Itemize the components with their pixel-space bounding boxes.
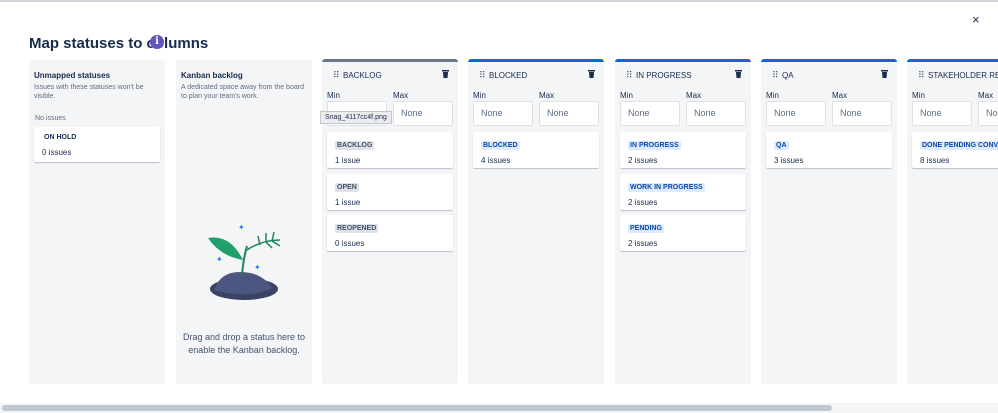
svg-text:✦: ✦	[216, 255, 223, 264]
top-border	[0, 0, 998, 2]
kanban-backlog-panel[interactable]: Kanban backlog A dedicated space away fr…	[176, 60, 312, 384]
column-title: STAKEHOLDER REVI	[928, 71, 998, 80]
min-label: Min	[912, 91, 925, 100]
trash-icon[interactable]	[735, 70, 742, 78]
drag-handle-icon[interactable]: ⠿	[772, 70, 779, 81]
plant-illustration: ✦ ✦ ✦	[208, 223, 281, 300]
status-card-on-hold[interactable]: ON HOLD 0 issues	[34, 127, 160, 162]
min-label: Min	[620, 91, 633, 100]
filename-tooltip: Snag_4117cc4f.png	[320, 111, 392, 124]
max-input[interactable]: None	[686, 101, 746, 126]
status-lozenge: BLOCKED	[481, 141, 520, 150]
status-card[interactable]: IN PROGRESS 2 issues	[620, 132, 746, 168]
drag-handle-icon[interactable]: ⠿	[333, 70, 340, 81]
horizontal-scrollbar-thumb[interactable]	[2, 405, 832, 411]
status-lozenge: QA	[774, 141, 789, 150]
min-input[interactable]: None	[912, 101, 972, 126]
svg-text:✦: ✦	[238, 223, 245, 232]
min-label: Min	[327, 91, 340, 100]
status-lozenge: IN PROGRESS	[628, 141, 681, 150]
no-issues-label: No issues	[35, 115, 66, 122]
drag-handle-icon[interactable]: ⠿	[626, 70, 633, 81]
unmapped-statuses-panel: Unmapped statuses Issues with these stat…	[29, 60, 165, 384]
svg-text:✦: ✦	[254, 263, 261, 272]
status-lozenge: REOPENED	[335, 224, 379, 233]
status-card[interactable]: BLOCKED 4 issues	[473, 132, 599, 168]
min-input[interactable]: None	[620, 101, 680, 126]
drop-zone-hint: Drag and drop a status here to enable th…	[182, 332, 306, 355]
max-label: Max	[539, 91, 555, 100]
issue-count: 2 issues	[628, 156, 658, 165]
status-lozenge: BACKLOG	[335, 141, 375, 150]
drag-handle-icon[interactable]: ⠿	[479, 70, 486, 81]
max-input[interactable]: None	[393, 101, 453, 126]
issue-count: 4 issues	[481, 156, 511, 165]
max-label: Max	[393, 91, 409, 100]
min-input[interactable]: None	[766, 101, 826, 126]
max-label: Max	[832, 91, 848, 100]
column-title: IN PROGRESS	[636, 71, 692, 80]
min-label: Min	[766, 91, 779, 100]
kanban-backlog-description: A dedicated space away from the board to…	[181, 84, 304, 100]
info-icon[interactable]: i	[150, 35, 164, 49]
column-stakeholder-review[interactable]: ⠿ STAKEHOLDER REVI Min Max None None DON…	[907, 59, 998, 384]
max-input[interactable]: None	[539, 101, 599, 126]
max-label: Max	[978, 91, 994, 100]
status-lozenge: DONE PENDING CONVE	[920, 141, 998, 150]
status-lozenge: ON HOLD	[44, 134, 77, 141]
status-lozenge: WORK IN PROGRESS	[628, 183, 705, 192]
column-title: BACKLOG	[343, 71, 382, 80]
unmapped-title: Unmapped statuses	[34, 71, 111, 80]
column-blocked[interactable]: ⠿ BLOCKED Min Max None None BLOCKED 4 is…	[468, 59, 604, 384]
column-backlog[interactable]: ⠿ BACKLOG Min Max None BACKLOG 1 issue O…	[322, 59, 458, 384]
issue-count: 0 issues	[42, 148, 72, 157]
status-card[interactable]: REOPENED 0 issues	[327, 215, 453, 251]
issue-count: 8 issues	[920, 156, 950, 165]
issue-count: 2 issues	[628, 198, 658, 207]
status-card[interactable]: WORK IN PROGRESS 2 issues	[620, 174, 746, 210]
column-color-bar	[761, 59, 897, 62]
status-card[interactable]: PENDING 2 issues	[620, 215, 746, 251]
issue-count: 1 issue	[335, 156, 361, 165]
issue-count: 1 issue	[335, 198, 361, 207]
column-color-bar	[907, 59, 998, 62]
column-color-bar	[322, 59, 458, 62]
page-title: Map statuses to columns	[29, 35, 209, 52]
issue-count: 3 issues	[774, 156, 804, 165]
issue-count: 2 issues	[628, 239, 658, 248]
column-qa[interactable]: ⠿ QA Min Max None None QA 3 issues	[761, 59, 897, 384]
close-icon[interactable]: ×	[972, 12, 980, 27]
issue-count: 0 issues	[335, 239, 365, 248]
column-title: QA	[782, 71, 794, 80]
trash-icon[interactable]	[588, 70, 595, 78]
status-card[interactable]: QA 3 issues	[766, 132, 892, 168]
column-color-bar	[468, 59, 604, 62]
kanban-backlog-title: Kanban backlog	[181, 71, 243, 80]
status-card[interactable]: OPEN 1 issue	[327, 174, 453, 210]
status-lozenge: OPEN	[335, 183, 359, 192]
trash-icon[interactable]	[881, 70, 888, 78]
status-lozenge: PENDING	[628, 224, 664, 233]
status-card[interactable]: DONE PENDING CONVE 8 issues	[912, 132, 998, 168]
max-input[interactable]: None	[978, 101, 998, 126]
drag-handle-icon[interactable]: ⠿	[918, 70, 925, 81]
trash-icon[interactable]	[442, 70, 449, 78]
unmapped-description: Issues with these statuses won't be visi…	[34, 84, 144, 100]
status-card[interactable]: BACKLOG 1 issue	[327, 132, 453, 168]
min-label: Min	[473, 91, 486, 100]
max-input[interactable]: None	[832, 101, 892, 126]
min-input[interactable]: None	[473, 101, 533, 126]
column-color-bar	[615, 59, 751, 62]
column-in-progress[interactable]: ⠿ IN PROGRESS Min Max None None IN PROGR…	[615, 59, 751, 384]
column-title: BLOCKED	[489, 71, 528, 80]
max-label: Max	[686, 91, 702, 100]
